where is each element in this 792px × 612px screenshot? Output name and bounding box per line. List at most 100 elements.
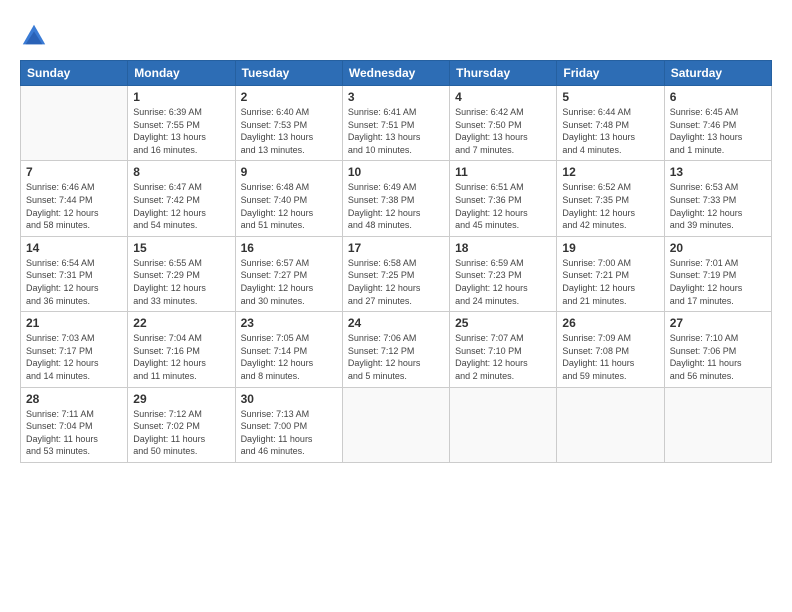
day-info: Sunrise: 6:52 AM Sunset: 7:35 PM Dayligh… bbox=[562, 181, 658, 231]
day-info: Sunrise: 6:40 AM Sunset: 7:53 PM Dayligh… bbox=[241, 106, 337, 156]
logo-icon bbox=[20, 22, 48, 50]
day-number: 7 bbox=[26, 165, 122, 179]
day-info: Sunrise: 7:03 AM Sunset: 7:17 PM Dayligh… bbox=[26, 332, 122, 382]
day-info: Sunrise: 6:54 AM Sunset: 7:31 PM Dayligh… bbox=[26, 257, 122, 307]
day-info: Sunrise: 6:45 AM Sunset: 7:46 PM Dayligh… bbox=[670, 106, 766, 156]
calendar-cell: 2 Sunrise: 6:40 AM Sunset: 7:53 PM Daylig… bbox=[235, 86, 342, 161]
day-number: 27 bbox=[670, 316, 766, 330]
day-number: 20 bbox=[670, 241, 766, 255]
calendar-cell: 1 Sunrise: 6:39 AM Sunset: 7:55 PM Daylig… bbox=[128, 86, 235, 161]
logo bbox=[20, 22, 52, 50]
day-info: Sunrise: 7:01 AM Sunset: 7:19 PM Dayligh… bbox=[670, 257, 766, 307]
calendar-cell: 21 Sunrise: 7:03 AM Sunset: 7:17 PM Dayli… bbox=[21, 312, 128, 387]
day-info: Sunrise: 6:59 AM Sunset: 7:23 PM Dayligh… bbox=[455, 257, 551, 307]
day-number: 1 bbox=[133, 90, 229, 104]
header bbox=[20, 18, 772, 50]
day-info: Sunrise: 6:47 AM Sunset: 7:42 PM Dayligh… bbox=[133, 181, 229, 231]
calendar-week-row: 7 Sunrise: 6:46 AM Sunset: 7:44 PM Daylig… bbox=[21, 161, 772, 236]
day-number: 6 bbox=[670, 90, 766, 104]
calendar-cell: 11 Sunrise: 6:51 AM Sunset: 7:36 PM Dayli… bbox=[450, 161, 557, 236]
day-number: 14 bbox=[26, 241, 122, 255]
calendar-header-row: SundayMondayTuesdayWednesdayThursdayFrid… bbox=[21, 61, 772, 86]
calendar-cell: 8Sunrise: 6:47 AM Sunset: 7:42 PM Daylig… bbox=[128, 161, 235, 236]
day-info: Sunrise: 7:05 AM Sunset: 7:14 PM Dayligh… bbox=[241, 332, 337, 382]
day-info: Sunrise: 7:04 AM Sunset: 7:16 PM Dayligh… bbox=[133, 332, 229, 382]
day-info: Sunrise: 6:44 AM Sunset: 7:48 PM Dayligh… bbox=[562, 106, 658, 156]
day-number: 12 bbox=[562, 165, 658, 179]
day-info: Sunrise: 6:41 AM Sunset: 7:51 PM Dayligh… bbox=[348, 106, 444, 156]
day-number: 18 bbox=[455, 241, 551, 255]
day-number: 15 bbox=[133, 241, 229, 255]
day-number: 9 bbox=[241, 165, 337, 179]
day-info: Sunrise: 7:00 AM Sunset: 7:21 PM Dayligh… bbox=[562, 257, 658, 307]
calendar-cell bbox=[342, 387, 449, 462]
weekday-header-friday: Friday bbox=[557, 61, 664, 86]
day-info: Sunrise: 6:55 AM Sunset: 7:29 PM Dayligh… bbox=[133, 257, 229, 307]
calendar-week-row: 14 Sunrise: 6:54 AM Sunset: 7:31 PM Dayli… bbox=[21, 236, 772, 311]
day-number: 10 bbox=[348, 165, 444, 179]
day-info: Sunrise: 6:46 AM Sunset: 7:44 PM Dayligh… bbox=[26, 181, 122, 231]
calendar-cell: 15 Sunrise: 6:55 AM Sunset: 7:29 PM Dayli… bbox=[128, 236, 235, 311]
calendar-cell: 22Sunrise: 7:04 AM Sunset: 7:16 PM Dayli… bbox=[128, 312, 235, 387]
calendar-week-row: 1 Sunrise: 6:39 AM Sunset: 7:55 PM Daylig… bbox=[21, 86, 772, 161]
calendar-cell: 4Sunrise: 6:42 AM Sunset: 7:50 PM Daylig… bbox=[450, 86, 557, 161]
day-number: 2 bbox=[241, 90, 337, 104]
day-number: 16 bbox=[241, 241, 337, 255]
day-info: Sunrise: 6:39 AM Sunset: 7:55 PM Dayligh… bbox=[133, 106, 229, 156]
day-number: 21 bbox=[26, 316, 122, 330]
day-info: Sunrise: 7:06 AM Sunset: 7:12 PM Dayligh… bbox=[348, 332, 444, 382]
calendar-cell bbox=[21, 86, 128, 161]
day-number: 11 bbox=[455, 165, 551, 179]
calendar-week-row: 21 Sunrise: 7:03 AM Sunset: 7:17 PM Dayli… bbox=[21, 312, 772, 387]
calendar-week-row: 28Sunrise: 7:11 AM Sunset: 7:04 PM Dayli… bbox=[21, 387, 772, 462]
calendar-cell: 5 Sunrise: 6:44 AM Sunset: 7:48 PM Daylig… bbox=[557, 86, 664, 161]
day-number: 25 bbox=[455, 316, 551, 330]
calendar-cell: 24 Sunrise: 7:06 AM Sunset: 7:12 PM Dayli… bbox=[342, 312, 449, 387]
day-info: Sunrise: 7:10 AM Sunset: 7:06 PM Dayligh… bbox=[670, 332, 766, 382]
day-number: 13 bbox=[670, 165, 766, 179]
calendar-cell: 19 Sunrise: 7:00 AM Sunset: 7:21 PM Dayli… bbox=[557, 236, 664, 311]
day-info: Sunrise: 6:58 AM Sunset: 7:25 PM Dayligh… bbox=[348, 257, 444, 307]
calendar-cell: 28Sunrise: 7:11 AM Sunset: 7:04 PM Dayli… bbox=[21, 387, 128, 462]
weekday-header-saturday: Saturday bbox=[664, 61, 771, 86]
day-number: 24 bbox=[348, 316, 444, 330]
calendar-cell: 12 Sunrise: 6:52 AM Sunset: 7:35 PM Dayli… bbox=[557, 161, 664, 236]
day-info: Sunrise: 6:53 AM Sunset: 7:33 PM Dayligh… bbox=[670, 181, 766, 231]
calendar-table: SundayMondayTuesdayWednesdayThursdayFrid… bbox=[20, 60, 772, 463]
calendar-cell: 26 Sunrise: 7:09 AM Sunset: 7:08 PM Dayli… bbox=[557, 312, 664, 387]
day-number: 5 bbox=[562, 90, 658, 104]
calendar-cell bbox=[664, 387, 771, 462]
day-number: 4 bbox=[455, 90, 551, 104]
calendar-cell: 30Sunrise: 7:13 AM Sunset: 7:00 PM Dayli… bbox=[235, 387, 342, 462]
calendar-cell: 16 Sunrise: 6:57 AM Sunset: 7:27 PM Dayli… bbox=[235, 236, 342, 311]
day-info: Sunrise: 6:48 AM Sunset: 7:40 PM Dayligh… bbox=[241, 181, 337, 231]
calendar-cell: 18 Sunrise: 6:59 AM Sunset: 7:23 PM Dayli… bbox=[450, 236, 557, 311]
page: SundayMondayTuesdayWednesdayThursdayFrid… bbox=[0, 0, 792, 612]
calendar-cell bbox=[450, 387, 557, 462]
calendar-cell: 25 Sunrise: 7:07 AM Sunset: 7:10 PM Dayli… bbox=[450, 312, 557, 387]
day-info: Sunrise: 6:57 AM Sunset: 7:27 PM Dayligh… bbox=[241, 257, 337, 307]
calendar-cell bbox=[557, 387, 664, 462]
calendar-cell: 10 Sunrise: 6:49 AM Sunset: 7:38 PM Dayli… bbox=[342, 161, 449, 236]
weekday-header-monday: Monday bbox=[128, 61, 235, 86]
day-number: 3 bbox=[348, 90, 444, 104]
day-number: 23 bbox=[241, 316, 337, 330]
day-info: Sunrise: 6:49 AM Sunset: 7:38 PM Dayligh… bbox=[348, 181, 444, 231]
day-number: 17 bbox=[348, 241, 444, 255]
calendar-cell: 23 Sunrise: 7:05 AM Sunset: 7:14 PM Dayli… bbox=[235, 312, 342, 387]
day-info: Sunrise: 7:07 AM Sunset: 7:10 PM Dayligh… bbox=[455, 332, 551, 382]
weekday-header-thursday: Thursday bbox=[450, 61, 557, 86]
calendar-cell: 9 Sunrise: 6:48 AM Sunset: 7:40 PM Daylig… bbox=[235, 161, 342, 236]
calendar-cell: 3 Sunrise: 6:41 AM Sunset: 7:51 PM Daylig… bbox=[342, 86, 449, 161]
calendar-cell: 14 Sunrise: 6:54 AM Sunset: 7:31 PM Dayli… bbox=[21, 236, 128, 311]
day-number: 19 bbox=[562, 241, 658, 255]
day-number: 29 bbox=[133, 392, 229, 406]
weekday-header-tuesday: Tuesday bbox=[235, 61, 342, 86]
day-info: Sunrise: 6:51 AM Sunset: 7:36 PM Dayligh… bbox=[455, 181, 551, 231]
weekday-header-wednesday: Wednesday bbox=[342, 61, 449, 86]
day-info: Sunrise: 7:09 AM Sunset: 7:08 PM Dayligh… bbox=[562, 332, 658, 382]
day-number: 28 bbox=[26, 392, 122, 406]
day-number: 26 bbox=[562, 316, 658, 330]
day-info: Sunrise: 7:13 AM Sunset: 7:00 PM Dayligh… bbox=[241, 408, 337, 458]
calendar-cell: 17 Sunrise: 6:58 AM Sunset: 7:25 PM Dayli… bbox=[342, 236, 449, 311]
